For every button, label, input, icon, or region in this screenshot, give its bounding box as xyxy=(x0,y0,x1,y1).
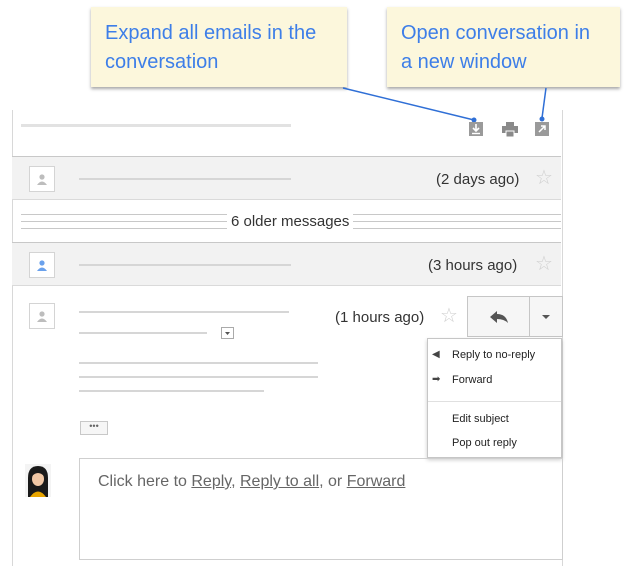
menu-item-label: Reply to no-reply xyxy=(452,349,536,361)
star-icon[interactable]: ☆ xyxy=(535,168,553,188)
menu-item-reply[interactable]: ◀ Reply to no-reply xyxy=(428,349,561,365)
menu-item-label: Pop out reply xyxy=(452,437,517,449)
message-time: (3 hours ago) xyxy=(428,257,518,274)
reply-icon: ◀ xyxy=(432,349,440,360)
subject-placeholder xyxy=(21,124,291,127)
more-reply-options-button[interactable] xyxy=(529,296,563,337)
expand-all-icon[interactable] xyxy=(469,122,483,136)
user-avatar xyxy=(25,464,51,497)
sender-placeholder xyxy=(79,264,291,266)
reply-button[interactable] xyxy=(467,296,530,337)
new-window-icon[interactable] xyxy=(535,122,549,136)
menu-item-label: Edit subject xyxy=(452,413,509,425)
star-icon[interactable]: ☆ xyxy=(535,254,553,274)
recipient-placeholder xyxy=(79,332,207,334)
person-icon xyxy=(37,260,47,271)
forward-link[interactable]: Forward xyxy=(347,473,406,490)
body-placeholder xyxy=(79,376,318,378)
body-placeholder xyxy=(79,362,318,364)
person-icon xyxy=(37,174,47,185)
reply-prompt: Click here to Reply, Reply to all, or Fo… xyxy=(98,473,405,491)
menu-item-pop-out-reply[interactable]: Pop out reply xyxy=(428,437,561,453)
sender-placeholder xyxy=(79,311,289,313)
print-icon[interactable] xyxy=(501,122,519,138)
menu-item-edit-subject[interactable]: Edit subject xyxy=(428,413,561,429)
collapsed-message-row[interactable]: (2 days ago) ☆ xyxy=(12,156,561,200)
show-details-button[interactable] xyxy=(221,327,234,339)
show-trimmed-content-button[interactable]: ••• xyxy=(80,421,108,435)
message-time: (2 days ago) xyxy=(436,171,520,188)
menu-item-label: Forward xyxy=(452,374,493,386)
body-placeholder xyxy=(79,390,264,392)
reply-all-link[interactable]: Reply to all xyxy=(240,473,319,490)
sender-avatar xyxy=(29,303,55,329)
reply-box[interactable]: Click here to Reply, Reply to all, or Fo… xyxy=(79,458,563,560)
menu-divider xyxy=(428,401,561,402)
sender-avatar xyxy=(29,252,55,278)
reply-options-menu: ◀ Reply to no-reply ➡ Forward Edit subje… xyxy=(427,338,562,458)
star-icon[interactable]: ☆ xyxy=(440,306,458,326)
reply-icon xyxy=(489,310,508,323)
collapsed-message-row[interactable]: (3 hours ago) ☆ xyxy=(12,242,561,286)
reply-prompt-text: Click here to xyxy=(98,473,192,490)
callout-open-new-window: Open conversation in a new window xyxy=(387,7,620,87)
older-messages-button[interactable]: 6 older messages xyxy=(227,213,354,230)
sender-avatar xyxy=(29,166,55,192)
chevron-down-icon xyxy=(225,332,230,335)
message-time: (1 hours ago) xyxy=(335,309,425,326)
reply-prompt-sep: , xyxy=(231,473,240,490)
callout-expand-all: Expand all emails in the conversation xyxy=(91,7,347,87)
person-icon xyxy=(37,311,47,322)
chevron-down-icon xyxy=(542,314,550,319)
reply-prompt-sep: , or xyxy=(319,473,347,490)
forward-icon: ➡ xyxy=(432,374,441,385)
menu-item-forward[interactable]: ➡ Forward xyxy=(428,374,561,390)
reply-link[interactable]: Reply xyxy=(191,473,231,490)
sender-placeholder xyxy=(79,178,291,180)
